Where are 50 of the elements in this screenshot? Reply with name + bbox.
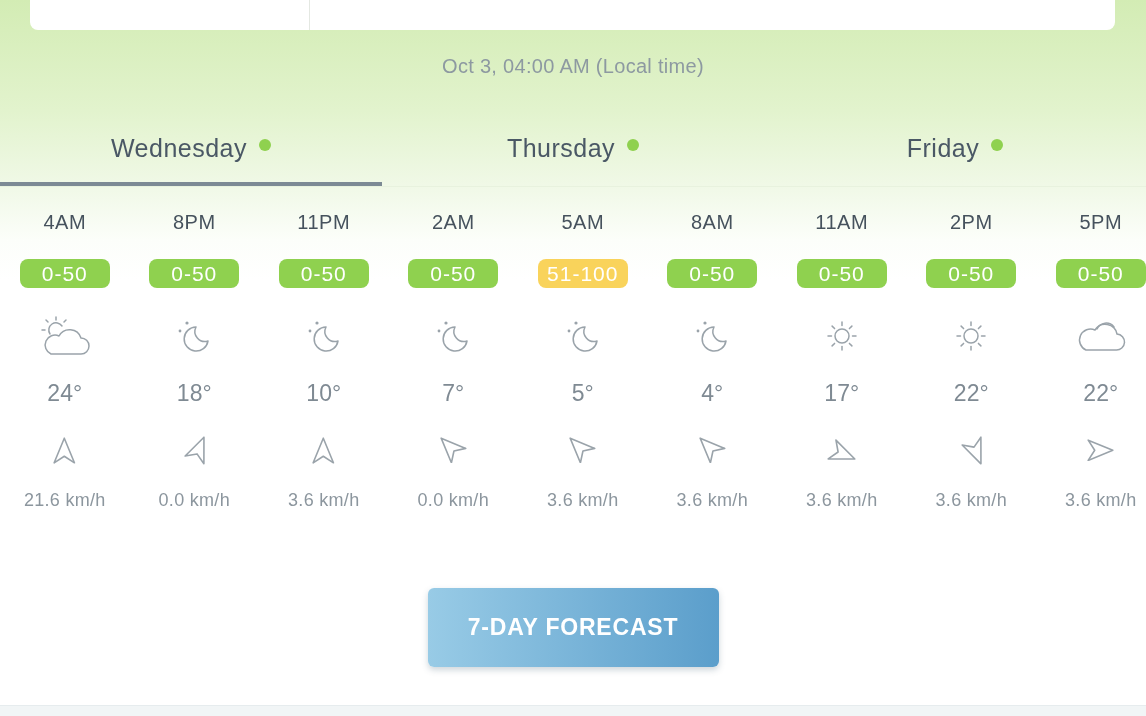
temperature-text: 24° <box>47 380 83 406</box>
wind-speed-text: 21.6 km/h <box>23 490 106 510</box>
aqi-badge: 0-50 <box>149 259 240 288</box>
aqi-badge: 0-50 <box>19 259 110 288</box>
arrow-icon <box>698 436 726 464</box>
arrow-icon <box>312 436 336 464</box>
wind-speed-text: 3.6 km/h <box>1065 490 1137 510</box>
hour-label: 11PM <box>297 210 351 234</box>
wind-speed-text: 0.0 km/h <box>417 490 489 510</box>
arrow-icon <box>183 435 205 465</box>
sun-cloud-icon <box>38 316 91 356</box>
temperature-text: 17° <box>824 380 860 406</box>
temperature-text: 18° <box>176 380 212 406</box>
aqi-badge: 0-50 <box>667 259 758 288</box>
temperature-text: 5° <box>571 380 594 406</box>
wind-speed-text: 3.6 km/h <box>288 490 360 510</box>
temperature-text: 7° <box>442 380 465 406</box>
wind-speed-text: 3.6 km/h <box>547 490 619 510</box>
wind-speed-text: 3.6 km/h <box>676 490 748 510</box>
aqi-badge: 0-50 <box>926 259 1017 288</box>
hour-label: 5PM <box>1079 210 1123 234</box>
day-tab[interactable]: Friday <box>764 106 1146 186</box>
aqi-badge: 0-50 <box>278 259 369 288</box>
temperature-text: 10° <box>306 380 342 406</box>
arrow-icon <box>53 436 77 464</box>
temperature-text: 4° <box>701 380 724 406</box>
hour-label: 11AM <box>815 210 869 234</box>
hour-label: 2AM <box>431 210 475 234</box>
aqi-badge: 51-100 <box>537 259 628 288</box>
aqi-badge: 0-50 <box>796 259 887 288</box>
wind-speed-text: 3.6 km/h <box>806 490 878 510</box>
arrow-icon <box>439 436 467 464</box>
wind-speed-text: 3.6 km/h <box>935 490 1007 510</box>
day-tab[interactable]: Thursday <box>382 106 764 186</box>
arrow-icon <box>960 435 982 465</box>
temperature-text: 22° <box>953 380 989 406</box>
hour-label: 4AM <box>43 210 87 234</box>
aqi-badge: 0-50 <box>408 259 499 288</box>
wind-speed-text: 0.0 km/h <box>158 490 230 510</box>
timestamp-text: Oct 3, 04:00 AM (Local time) <box>442 54 704 78</box>
hour-label: 8PM <box>172 210 216 234</box>
hour-label: 5AM <box>561 210 605 234</box>
temperature-text: 22° <box>1083 380 1119 406</box>
day-tab[interactable]: Wednesday <box>0 106 382 186</box>
hour-label: 8AM <box>690 210 734 234</box>
aqi-badge: 0-50 <box>1055 259 1146 288</box>
hour-label: 2PM <box>949 210 993 234</box>
arrow-icon <box>569 436 597 464</box>
arrow-icon <box>827 439 857 461</box>
arrow-icon <box>1087 438 1115 462</box>
